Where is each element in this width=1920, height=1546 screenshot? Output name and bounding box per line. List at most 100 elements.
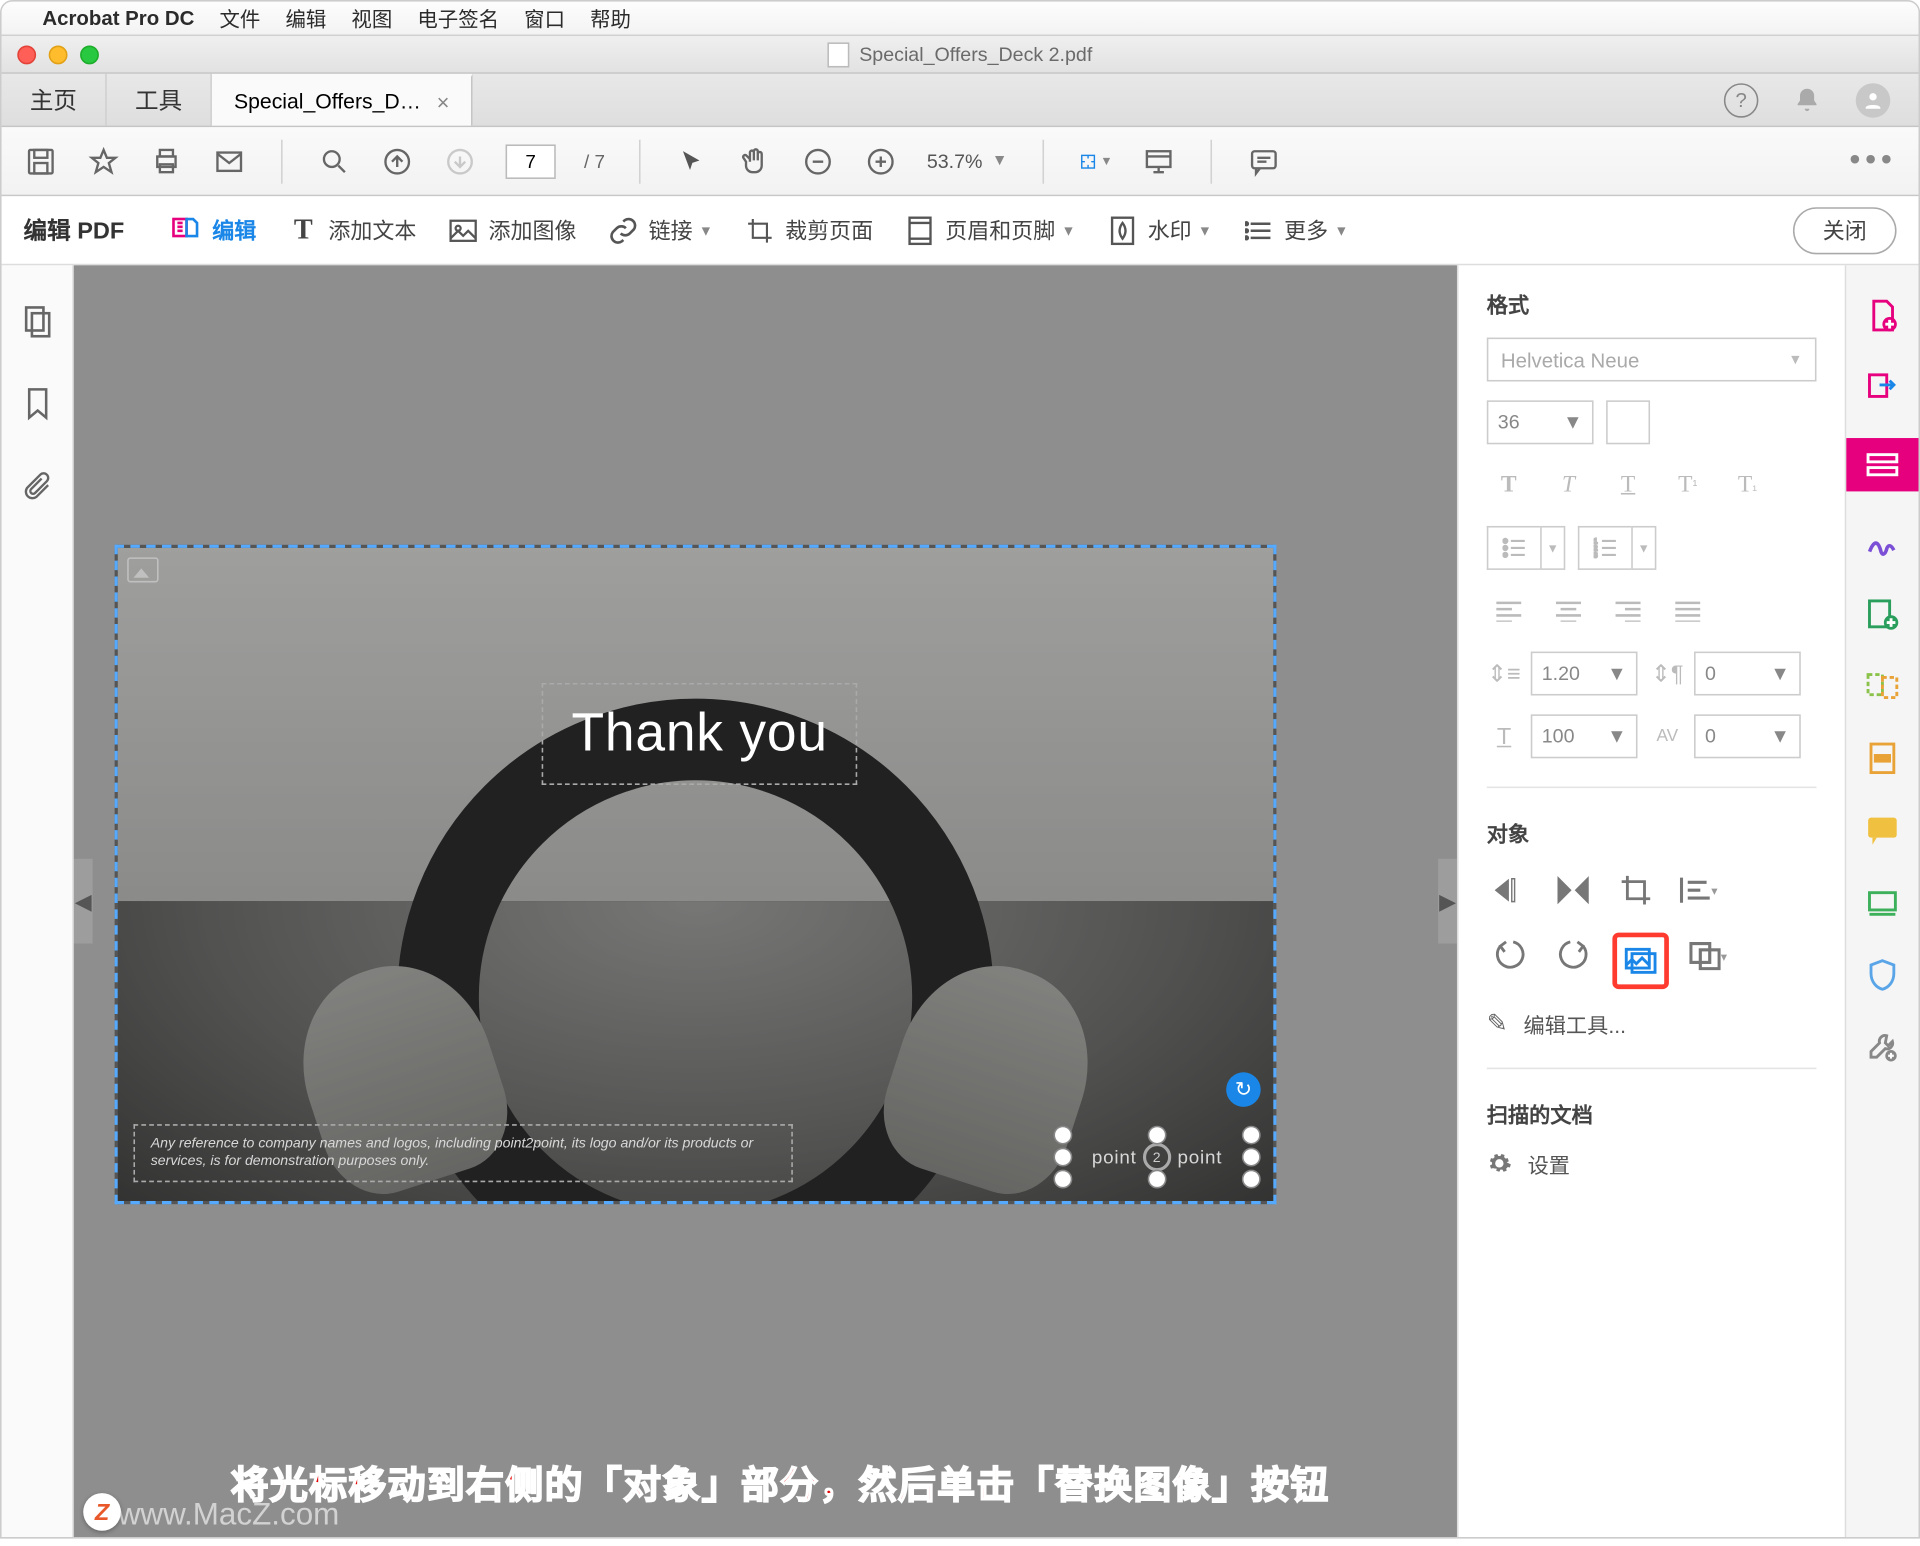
redact-icon[interactable] xyxy=(1860,736,1904,780)
sign-icon[interactable] xyxy=(1860,520,1904,564)
logo-selection[interactable]: point 2 point ↻ xyxy=(1063,1135,1251,1179)
bullet-list-caret-icon[interactable]: ▼ xyxy=(1540,526,1565,570)
selection-tool-icon[interactable] xyxy=(676,144,711,179)
add-image-button[interactable]: 添加图像 xyxy=(448,214,577,245)
tab-home[interactable]: 主页 xyxy=(2,74,107,126)
flip-vertical-icon[interactable] xyxy=(1487,867,1534,914)
menu-file[interactable]: 文件 xyxy=(219,3,260,33)
font-size-combo[interactable]: 36 ▼ xyxy=(1487,400,1594,444)
paragraph-spacing-combo[interactable]: 0▼ xyxy=(1694,652,1801,696)
notifications-icon[interactable] xyxy=(1793,86,1821,114)
replace-image-icon[interactable] xyxy=(1617,937,1664,984)
save-icon[interactable] xyxy=(24,144,59,179)
crop-pages-button[interactable]: 裁剪页面 xyxy=(744,214,873,245)
resize-handle[interactable] xyxy=(1053,1170,1072,1189)
close-editmode-button[interactable]: 关闭 xyxy=(1793,206,1897,253)
subscript-icon[interactable]: T₁ xyxy=(1725,463,1769,507)
more-tools-icon[interactable]: ••• xyxy=(1849,143,1896,179)
bold-icon[interactable]: T xyxy=(1487,463,1531,507)
star-icon[interactable] xyxy=(86,144,121,179)
zoom-level-combo[interactable]: 53.7% ▼ xyxy=(927,150,1008,172)
scan-settings-link[interactable]: 设置 xyxy=(1487,1148,1817,1179)
watermark-button[interactable]: 水印 ▼ xyxy=(1107,214,1212,245)
scan-ocr-icon[interactable] xyxy=(1860,881,1904,925)
thank-you-text[interactable]: Thank you xyxy=(542,683,858,785)
tracking-combo[interactable]: 0▼ xyxy=(1694,714,1801,758)
more-tools-icon[interactable] xyxy=(1860,1025,1904,1069)
align-left-icon[interactable] xyxy=(1487,589,1531,633)
edit-button[interactable]: 编辑 xyxy=(168,214,256,245)
numbered-list-caret-icon[interactable]: ▼ xyxy=(1631,526,1656,570)
organize-pages-icon[interactable] xyxy=(1860,592,1904,636)
menu-help[interactable]: 帮助 xyxy=(590,3,631,33)
font-family-combo[interactable]: Helvetica Neue ▼ xyxy=(1487,338,1817,382)
search-icon[interactable] xyxy=(317,144,352,179)
edit-tools-link[interactable]: ✎ 编辑工具... xyxy=(1487,1008,1817,1039)
align-right-icon[interactable] xyxy=(1606,589,1650,633)
help-icon[interactable]: ? xyxy=(1724,82,1759,117)
tab-tools[interactable]: 工具 xyxy=(107,74,212,126)
bookmarks-icon[interactable] xyxy=(18,385,56,423)
numbered-list-icon[interactable]: 123 xyxy=(1578,526,1631,570)
document-canvas[interactable]: ◀ ▶ Thank you Any reference to company n… xyxy=(74,265,1457,1537)
italic-icon[interactable]: T xyxy=(1546,463,1590,507)
hand-tool-icon[interactable] xyxy=(738,144,773,179)
rotate-ccw-icon[interactable] xyxy=(1487,933,1534,980)
more-button[interactable]: 更多 ▼ xyxy=(1243,214,1348,245)
menu-window[interactable]: 窗口 xyxy=(524,3,565,33)
print-icon[interactable] xyxy=(149,144,184,179)
align-justify-icon[interactable] xyxy=(1666,589,1710,633)
crop-image-icon[interactable] xyxy=(1612,867,1659,914)
fit-width-icon[interactable]: ▼ xyxy=(1078,144,1113,179)
align-center-icon[interactable] xyxy=(1546,589,1590,633)
align-objects-icon[interactable]: ▾ xyxy=(1675,867,1722,914)
menu-view[interactable]: 视图 xyxy=(351,3,392,33)
resize-handle[interactable] xyxy=(1053,1148,1072,1167)
bullet-list-icon[interactable] xyxy=(1487,526,1540,570)
resize-handle[interactable] xyxy=(1053,1126,1072,1145)
resize-handle[interactable] xyxy=(1242,1170,1261,1189)
menu-edit[interactable]: 编辑 xyxy=(285,3,326,33)
arrange-icon[interactable]: ▾ xyxy=(1685,933,1732,980)
window-minimize-icon[interactable] xyxy=(49,45,68,64)
window-close-icon[interactable] xyxy=(17,45,36,64)
app-name[interactable]: Acrobat Pro DC xyxy=(42,6,194,30)
tab-document[interactable]: Special_Offers_D… × xyxy=(212,74,473,126)
comment-icon[interactable] xyxy=(1246,144,1281,179)
horizontal-scale-combo[interactable]: 100▼ xyxy=(1531,714,1638,758)
slide-image-selection[interactable]: Thank you Any reference to company names… xyxy=(115,545,1277,1204)
text-color-swatch[interactable] xyxy=(1606,400,1650,444)
rotate-cw-icon[interactable] xyxy=(1550,933,1597,980)
resize-handle[interactable] xyxy=(1242,1148,1261,1167)
header-footer-button[interactable]: 页眉和页脚 ▼ xyxy=(904,214,1075,245)
export-pdf-icon[interactable] xyxy=(1860,366,1904,410)
resize-handle[interactable] xyxy=(1242,1126,1261,1145)
compare-icon[interactable] xyxy=(1860,664,1904,708)
page-number-input[interactable] xyxy=(506,144,556,179)
flip-horizontal-icon[interactable] xyxy=(1550,867,1597,914)
edit-pdf-tool-icon[interactable] xyxy=(1846,438,1918,491)
window-zoom-icon[interactable] xyxy=(80,45,99,64)
page-display-icon[interactable] xyxy=(1141,144,1176,179)
link-button[interactable]: 链接 ▼ xyxy=(608,214,713,245)
underline-icon[interactable]: T xyxy=(1606,463,1650,507)
next-page-icon[interactable]: ▶ xyxy=(1438,859,1457,944)
create-pdf-icon[interactable] xyxy=(1860,294,1904,338)
email-icon[interactable] xyxy=(212,144,247,179)
resize-handle[interactable] xyxy=(1148,1126,1167,1145)
thumbnails-icon[interactable] xyxy=(18,303,56,341)
protect-icon[interactable] xyxy=(1860,953,1904,997)
zoom-out-icon[interactable] xyxy=(801,144,836,179)
superscript-icon[interactable]: T¹ xyxy=(1666,463,1710,507)
line-spacing-combo[interactable]: 1.20▼ xyxy=(1531,652,1638,696)
zoom-in-icon[interactable] xyxy=(864,144,899,179)
attachments-icon[interactable] xyxy=(18,466,56,504)
account-avatar-icon[interactable] xyxy=(1856,82,1891,117)
tab-close-icon[interactable]: × xyxy=(437,89,450,114)
resize-handle[interactable] xyxy=(1148,1170,1167,1189)
prev-page-icon[interactable]: ◀ xyxy=(74,859,93,944)
comment-tool-icon[interactable] xyxy=(1860,809,1904,853)
rotate-handle-icon[interactable]: ↻ xyxy=(1226,1072,1261,1107)
page-down-icon[interactable] xyxy=(443,144,478,179)
add-text-button[interactable]: T 添加文本 xyxy=(288,214,417,245)
